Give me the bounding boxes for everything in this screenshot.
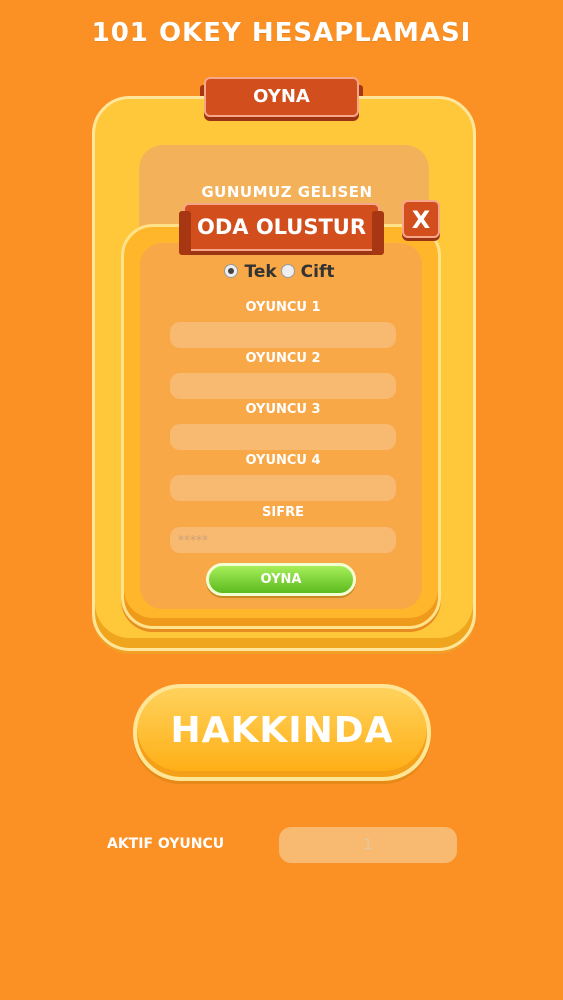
active-players-label: AKTIF OYUNCU (107, 836, 225, 852)
about-button[interactable]: HAKKINDA (133, 684, 431, 781)
player2-input[interactable] (170, 373, 396, 399)
active-players-value: 1 (279, 827, 457, 863)
password-label: SIFRE (262, 505, 304, 520)
password-input[interactable] (170, 527, 396, 553)
mode-radio-group: Tek Cift (0, 262, 563, 282)
close-button[interactable]: X (402, 200, 440, 238)
player1-input[interactable] (170, 322, 396, 348)
main-card-text: GUNUMUZ GELISEN (201, 183, 373, 201)
app-title: 101 OKEY HESAPLAMASI (91, 18, 472, 48)
modal-title: ODA OLUSTUR (179, 203, 384, 255)
player3-input[interactable] (170, 424, 396, 450)
play-button[interactable]: OYNA (206, 563, 356, 596)
radio-cift[interactable] (280, 264, 295, 278)
radio-cift-label[interactable]: Cift (301, 262, 335, 282)
radio-tek-label[interactable]: Tek (244, 262, 276, 282)
play-ribbon[interactable]: OYNA (200, 77, 363, 121)
player2-label: OYUNCU 2 (245, 351, 321, 366)
player4-label: OYUNCU 4 (245, 453, 321, 468)
radio-tek[interactable] (224, 264, 239, 278)
player1-label: OYUNCU 1 (245, 300, 321, 315)
player4-input[interactable] (170, 475, 396, 501)
player3-label: OYUNCU 3 (245, 402, 321, 417)
